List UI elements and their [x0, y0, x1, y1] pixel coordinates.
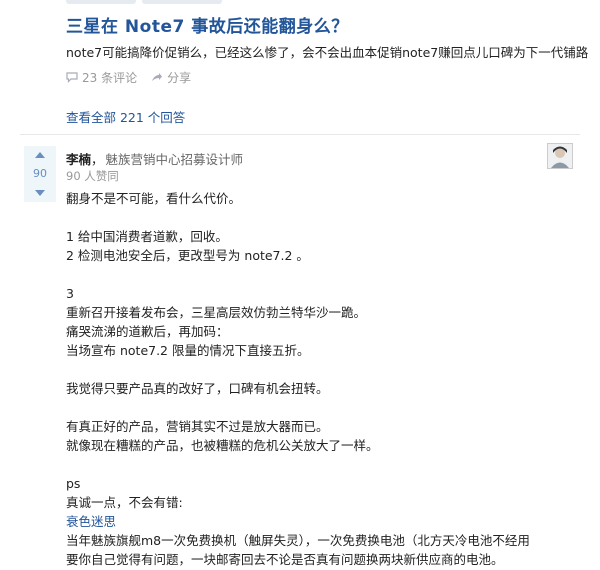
author-separator: ，: [91, 152, 104, 167]
share-label: 分享: [167, 71, 192, 85]
answer-line: ps: [66, 476, 81, 491]
answer-line: 我觉得只要产品真的改好了，口碑有机会扭转。: [66, 381, 329, 396]
answer-line: 3: [66, 286, 74, 301]
answer-line: 真诚一点，不会有错:: [66, 495, 183, 510]
answer-line: 痛哭流涕的道歉后，再加码：: [66, 324, 229, 339]
answer-line: 当场宣布 note7.2 限量的情况下直接五折。: [66, 343, 310, 358]
share-button[interactable]: 分享: [151, 69, 191, 86]
answer-line: 当年魅族旗舰m8一次免费换机（触屏失灵），一次免费换电池（北方天冷电池不经用: [66, 533, 530, 548]
caret-up-icon: [35, 152, 45, 158]
divider: [20, 134, 580, 135]
downvote-button[interactable]: [24, 184, 56, 202]
vote-info[interactable]: 90 人赞同: [66, 168, 119, 184]
question-description: note7可能搞降价促销么，已经这么惨了，会不会出血本促销note7赚回点儿口碑…: [66, 45, 589, 60]
answer-link[interactable]: 衰色迷思: [66, 512, 586, 531]
comments-label: 23 条评论: [82, 71, 138, 85]
answer-line: 2 检测电池安全后，更改型号为 note7.2 。: [66, 248, 309, 263]
vote-count: 90: [24, 164, 56, 184]
avatar[interactable]: [547, 143, 573, 169]
answer-line: 就像现在糟糕的产品，也被糟糕的危机公关放大了一样。: [66, 438, 379, 453]
comments-button[interactable]: 23 条评论: [66, 69, 137, 86]
caret-down-icon: [35, 190, 45, 196]
answer-line: 翻身不是不可能，看什么代价。: [66, 191, 242, 206]
author-name[interactable]: 李楠: [66, 149, 91, 168]
upvote-button[interactable]: [24, 146, 56, 164]
answer-line: 要你自己觉得有问题，一块邮寄回去不论是否真有问题换两块新供应商的电池。: [66, 552, 504, 567]
question-title[interactable]: 三星在 Note7 事故后还能翻身么？: [66, 12, 349, 37]
share-icon: [152, 73, 163, 81]
view-all-answers-link[interactable]: 查看全部 221 个回答: [66, 107, 185, 126]
topic-tab[interactable]: [142, 0, 222, 4]
author-bio: 魅族营销中心招募设计师: [105, 152, 244, 167]
topic-tab[interactable]: [66, 0, 136, 4]
answer-line: 重新召开接着发布会，三星高层效仿勃兰特华沙一跪。: [66, 305, 367, 320]
vote-widget: 90: [24, 146, 56, 202]
author-info: 李楠 ， 魅族营销中心招募设计师: [66, 149, 243, 168]
avatar-image: [548, 144, 572, 168]
answer-line: 1 给中国消费者道歉，回收。: [66, 229, 228, 244]
comment-icon: [66, 72, 78, 83]
question-meta: 23 条评论 分享: [66, 69, 205, 86]
answer-line: 有真正好的产品，营销其实不过是放大器而已。: [66, 419, 329, 434]
answer-body: 翻身不是不可能，看什么代价。 1 给中国消费者道歉，回收。 2 检测电池安全后，更改…: [66, 189, 586, 569]
top-strip: [0, 0, 600, 6]
